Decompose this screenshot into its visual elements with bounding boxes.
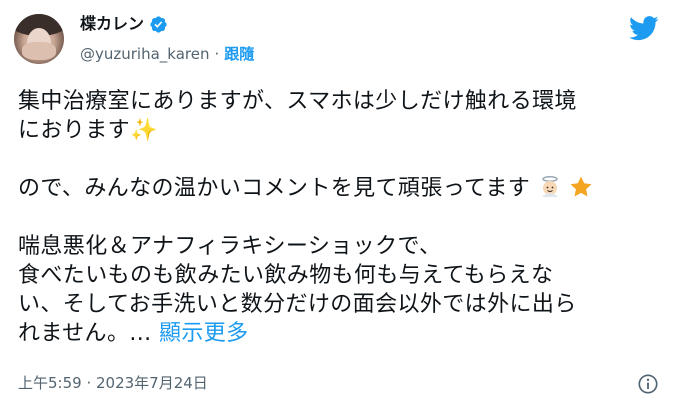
separator-dot: ·: [214, 45, 220, 63]
tweet-line-7: れません。...: [18, 321, 152, 346]
follow-button[interactable]: 跟隨: [224, 44, 254, 64]
avatar-hand: [22, 42, 56, 60]
display-name[interactable]: 楪カレン: [80, 13, 144, 35]
user-handle[interactable]: @yuzuriha_karen: [80, 44, 210, 64]
tweet-text: 集中治療室にありますが、スマホは少しだけ触れる環境 におります✨ ので、みんなの…: [18, 87, 668, 348]
star-emoji-icon: [570, 176, 592, 197]
angel-emoji-icon: [541, 176, 558, 197]
tweet-line-1: 集中治療室にありますが、スマホは少しだけ触れる環境: [18, 89, 577, 114]
tweet-line-3: ので、みんなの温かいコメントを見て頑張ってます: [18, 176, 531, 201]
name-row: 楪カレン: [80, 13, 168, 35]
twitter-bird-icon[interactable]: [629, 16, 659, 41]
sparkle-emoji-icon: ✨: [130, 118, 158, 143]
show-more-link[interactable]: 顯示更多: [159, 321, 249, 346]
tweet-line-2: におります: [18, 118, 131, 143]
handle-row: @yuzuriha_karen · 跟隨: [80, 44, 254, 64]
tweet-line-6: い、そしてお手洗いと数分だけの面会以外では外に出ら: [18, 292, 577, 317]
verified-badge-icon: [150, 15, 167, 33]
info-icon[interactable]: [637, 373, 659, 395]
tweet-card: 楪カレン @yuzuriha_karen · 跟隨 集中治療室にありますが、スマ…: [0, 0, 681, 413]
tweet-line-5: 食べたいものも飲みたい飲み物も何も与えてもらえな: [18, 263, 554, 288]
avatar[interactable]: [14, 14, 64, 64]
tweet-timestamp[interactable]: 上午5:59 · 2023年7月24日: [18, 373, 208, 393]
tweet-line-4: 喘息悪化＆アナフィラキシーショックで、: [18, 234, 442, 259]
